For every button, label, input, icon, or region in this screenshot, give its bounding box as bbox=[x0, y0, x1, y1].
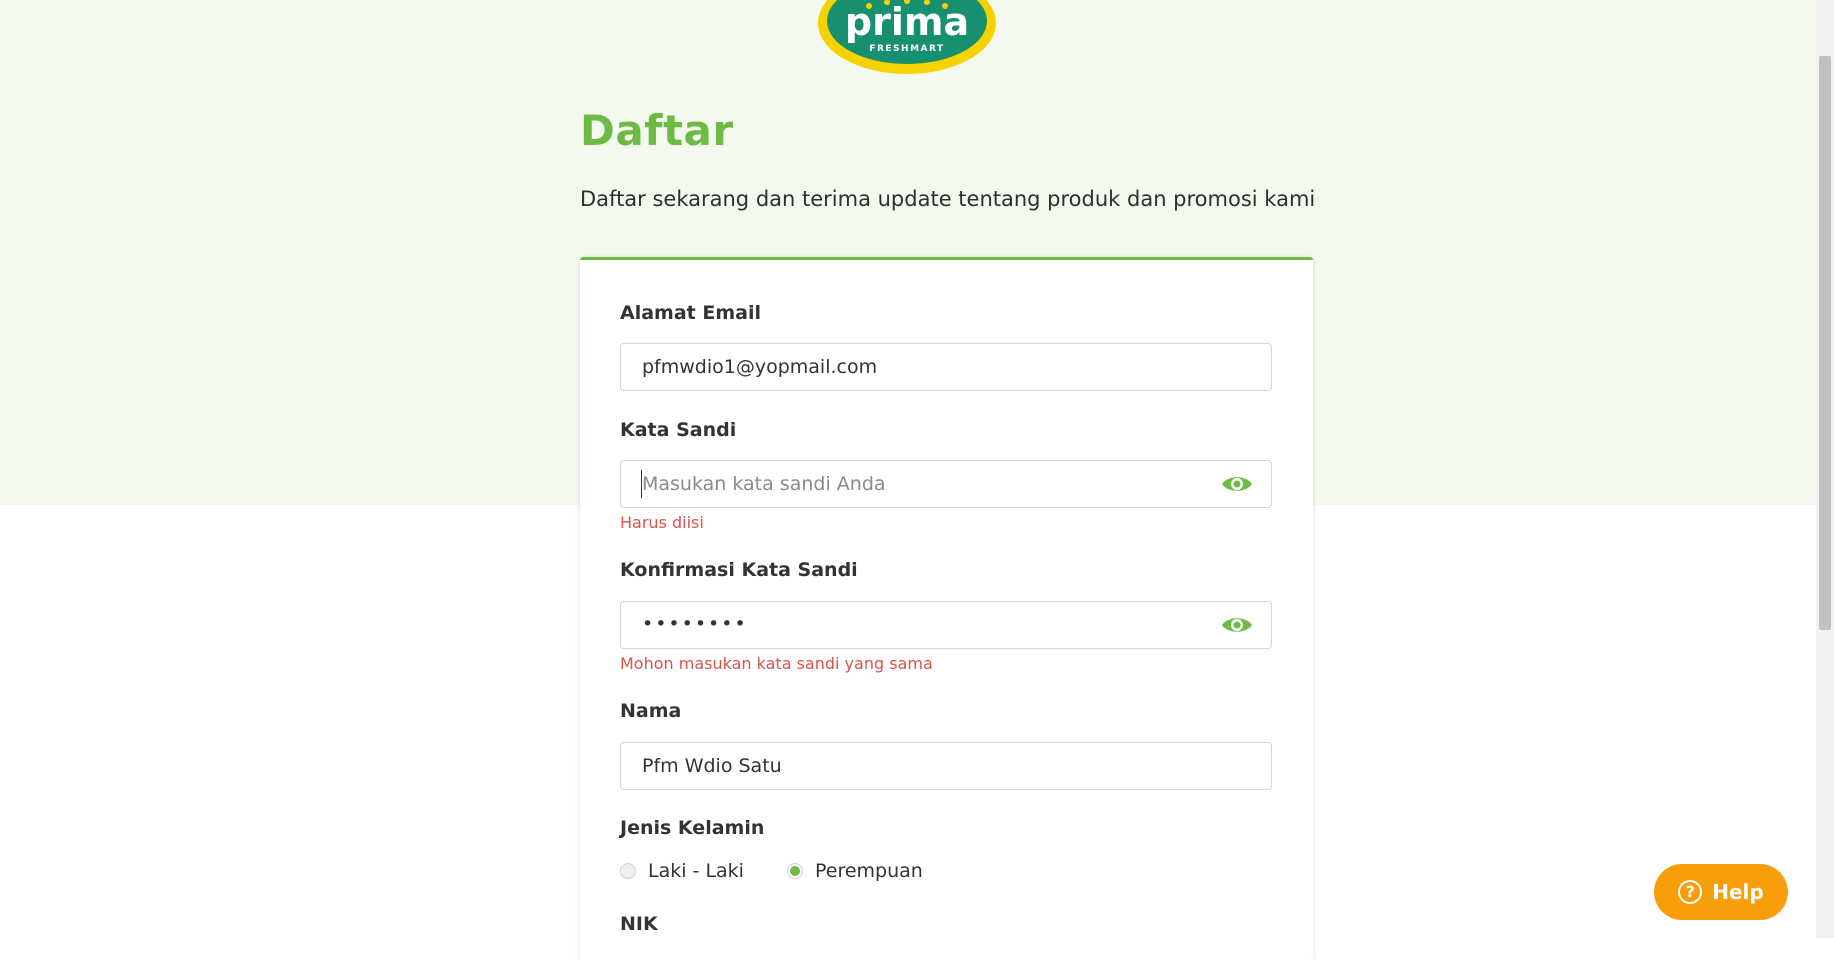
page-title: Daftar bbox=[580, 106, 734, 155]
confirm-password-masked-value: •••••••• bbox=[642, 613, 748, 635]
question-circle-icon: ? bbox=[1678, 880, 1703, 904]
confirm-password-label: Konfirmasi Kata Sandi bbox=[620, 559, 858, 581]
prima-freshmart-logo[interactable]: prima FRESHMART bbox=[817, 0, 997, 75]
eye-icon[interactable] bbox=[1221, 614, 1253, 636]
help-button[interactable]: ? Help bbox=[1654, 864, 1788, 920]
radio-option-female[interactable]: Perempuan bbox=[787, 860, 923, 882]
logo-subtext: FRESHMART bbox=[869, 44, 944, 54]
radio-label-female: Perempuan bbox=[815, 860, 923, 882]
nik-label: NIK bbox=[620, 913, 658, 935]
confirm-password-error: Mohon masukan kata sandi yang sama bbox=[620, 654, 933, 673]
logo-wordmark: prima bbox=[845, 0, 969, 44]
radio-option-male[interactable]: Laki - Laki bbox=[620, 860, 744, 882]
email-label: Alamat Email bbox=[620, 302, 761, 324]
confirm-password-field[interactable]: •••••••• bbox=[620, 601, 1272, 649]
vertical-scrollbar[interactable] bbox=[1816, 0, 1834, 938]
password-field[interactable]: Masukan kata sandi Anda bbox=[620, 460, 1272, 508]
radio-label-male: Laki - Laki bbox=[648, 860, 744, 882]
email-value: pfmwdio1@yopmail.com bbox=[642, 356, 878, 378]
registration-form-card: Alamat Email pfmwdio1@yopmail.com Kata S… bbox=[580, 257, 1313, 960]
name-label: Nama bbox=[620, 700, 682, 722]
password-error: Harus diisi bbox=[620, 513, 704, 532]
name-field[interactable]: Pfm Wdio Satu bbox=[620, 742, 1272, 790]
radio-button-female[interactable] bbox=[787, 863, 803, 879]
password-label: Kata Sandi bbox=[620, 419, 737, 441]
password-placeholder: Masukan kata sandi Anda bbox=[642, 473, 886, 495]
eye-icon[interactable] bbox=[1221, 473, 1253, 495]
radio-button-male[interactable] bbox=[620, 863, 636, 879]
help-button-label: Help bbox=[1712, 880, 1764, 904]
logo-graphic: prima FRESHMART bbox=[818, 0, 996, 74]
email-field[interactable]: pfmwdio1@yopmail.com bbox=[620, 343, 1272, 391]
page-subtitle: Daftar sekarang dan terima update tentan… bbox=[580, 187, 1316, 211]
scrollbar-thumb[interactable] bbox=[1819, 56, 1831, 630]
gender-label: Jenis Kelamin bbox=[620, 817, 765, 839]
name-value: Pfm Wdio Satu bbox=[642, 755, 782, 777]
